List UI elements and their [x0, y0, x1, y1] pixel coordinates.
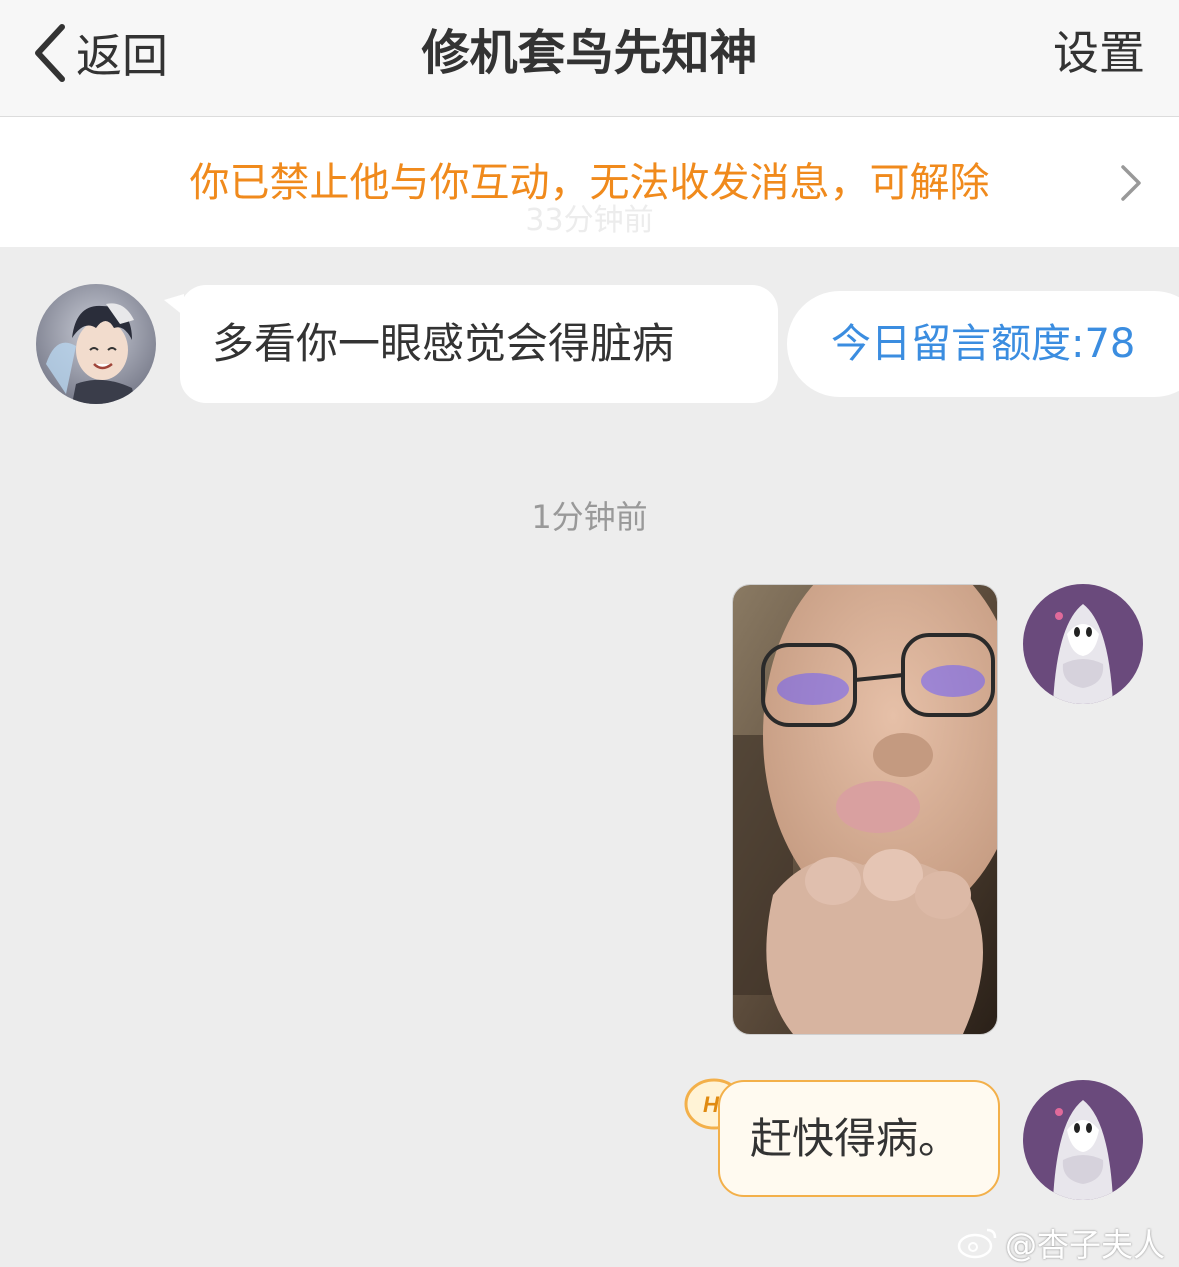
message-bubble-incoming[interactable]: 多看你一眼感觉会得脏病	[180, 285, 778, 403]
watermark-text: @杏子夫人	[1004, 1226, 1165, 1264]
nav-bar: 返回 修机套鸟先知神 设置	[0, 0, 1179, 117]
my-avatar[interactable]	[1023, 1080, 1143, 1200]
selfie-photo	[733, 585, 997, 1034]
chevron-right-icon	[1121, 165, 1141, 201]
weibo-logo-icon	[957, 1228, 997, 1259]
watermark: @杏子夫人	[957, 1220, 1165, 1266]
blocked-banner-text: 你已禁止他与你互动，无法收发消息，可解除	[189, 160, 990, 206]
page-title: 修机套鸟先知神	[421, 25, 758, 81]
message-bubble-outgoing[interactable]: 赶快得病。	[718, 1080, 1000, 1197]
message-quota-pill[interactable]: 今日留言额度:78	[787, 291, 1179, 397]
image-message[interactable]	[732, 584, 998, 1035]
blocked-banner[interactable]: 33分钟前 你已禁止他与你互动，无法收发消息，可解除	[0, 117, 1179, 247]
ghost-bride-avatar-icon	[1023, 584, 1143, 704]
back-label: 返回	[76, 29, 168, 83]
anime-boy-avatar-icon	[36, 284, 156, 404]
message-timestamp: 1分钟前	[531, 498, 648, 536]
back-button[interactable]: 返回	[30, 18, 168, 88]
chevron-left-icon	[35, 24, 65, 82]
settings-button[interactable]: 设置	[1053, 18, 1145, 88]
ghost-bride-avatar-icon	[1023, 1080, 1143, 1200]
sender-avatar[interactable]	[36, 284, 156, 404]
my-avatar[interactable]	[1023, 584, 1143, 704]
